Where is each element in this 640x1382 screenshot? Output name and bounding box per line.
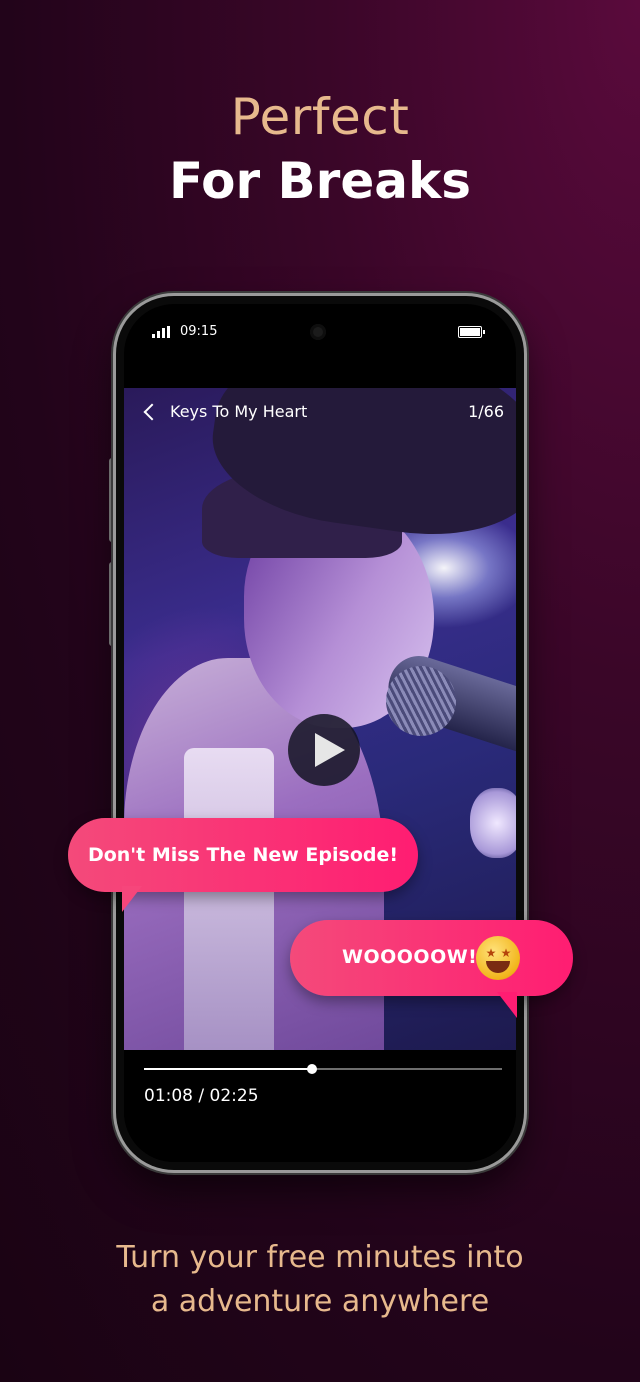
bubble-tail [497,992,517,1018]
chat-bubble-new-episode-text: Don't Miss The New Episode! [87,844,399,866]
star-struck-emoji-icon: ★ ★ [476,936,520,980]
player-controls: 01:08 / 02:25 [124,1050,516,1162]
phone-side-button-lower [109,562,115,646]
play-button[interactable] [288,714,360,786]
status-time: 09:15 [180,324,218,339]
chat-bubble-wow: WOOOOOW! ★ ★ [290,920,573,1018]
phone-mockup: 09:15 Keys To My Heart 1/66 01:08 / 02:2… [116,296,524,1170]
tagline-line-1: Turn your free minutes into [116,1240,524,1275]
tagline-line-2: a adventure anywhere [150,1284,490,1319]
chevron-left-icon[interactable] [143,403,161,421]
video-flower [470,788,516,858]
front-camera [310,324,326,340]
chat-bubble-new-episode: Don't Miss The New Episode! [68,818,418,912]
signal-bars-icon [152,326,172,338]
bubble-tail [122,886,142,912]
chat-bubble-wow-text: WOOOOOW! [342,946,478,968]
progress-track[interactable] [144,1064,502,1074]
phone-side-button-upper [109,458,115,542]
progress-knob[interactable] [307,1064,318,1074]
video-title: Keys To My Heart [170,402,308,421]
timecode: 01:08 / 02:25 [144,1086,259,1106]
phone-screen: 09:15 Keys To My Heart 1/66 01:08 / 02:2… [124,304,516,1162]
headline-line-1: Perfect [230,88,410,146]
progress-fill [144,1068,313,1070]
play-icon [315,733,345,767]
video-singer-shirt [184,748,274,1050]
headline-line-2: For Breaks [169,152,471,210]
battery-icon [458,326,485,338]
video-header: Keys To My Heart 1/66 [140,402,504,426]
tagline: Turn your free minutes into a adventure … [0,1236,640,1324]
episode-counter: 1/66 [468,402,504,421]
